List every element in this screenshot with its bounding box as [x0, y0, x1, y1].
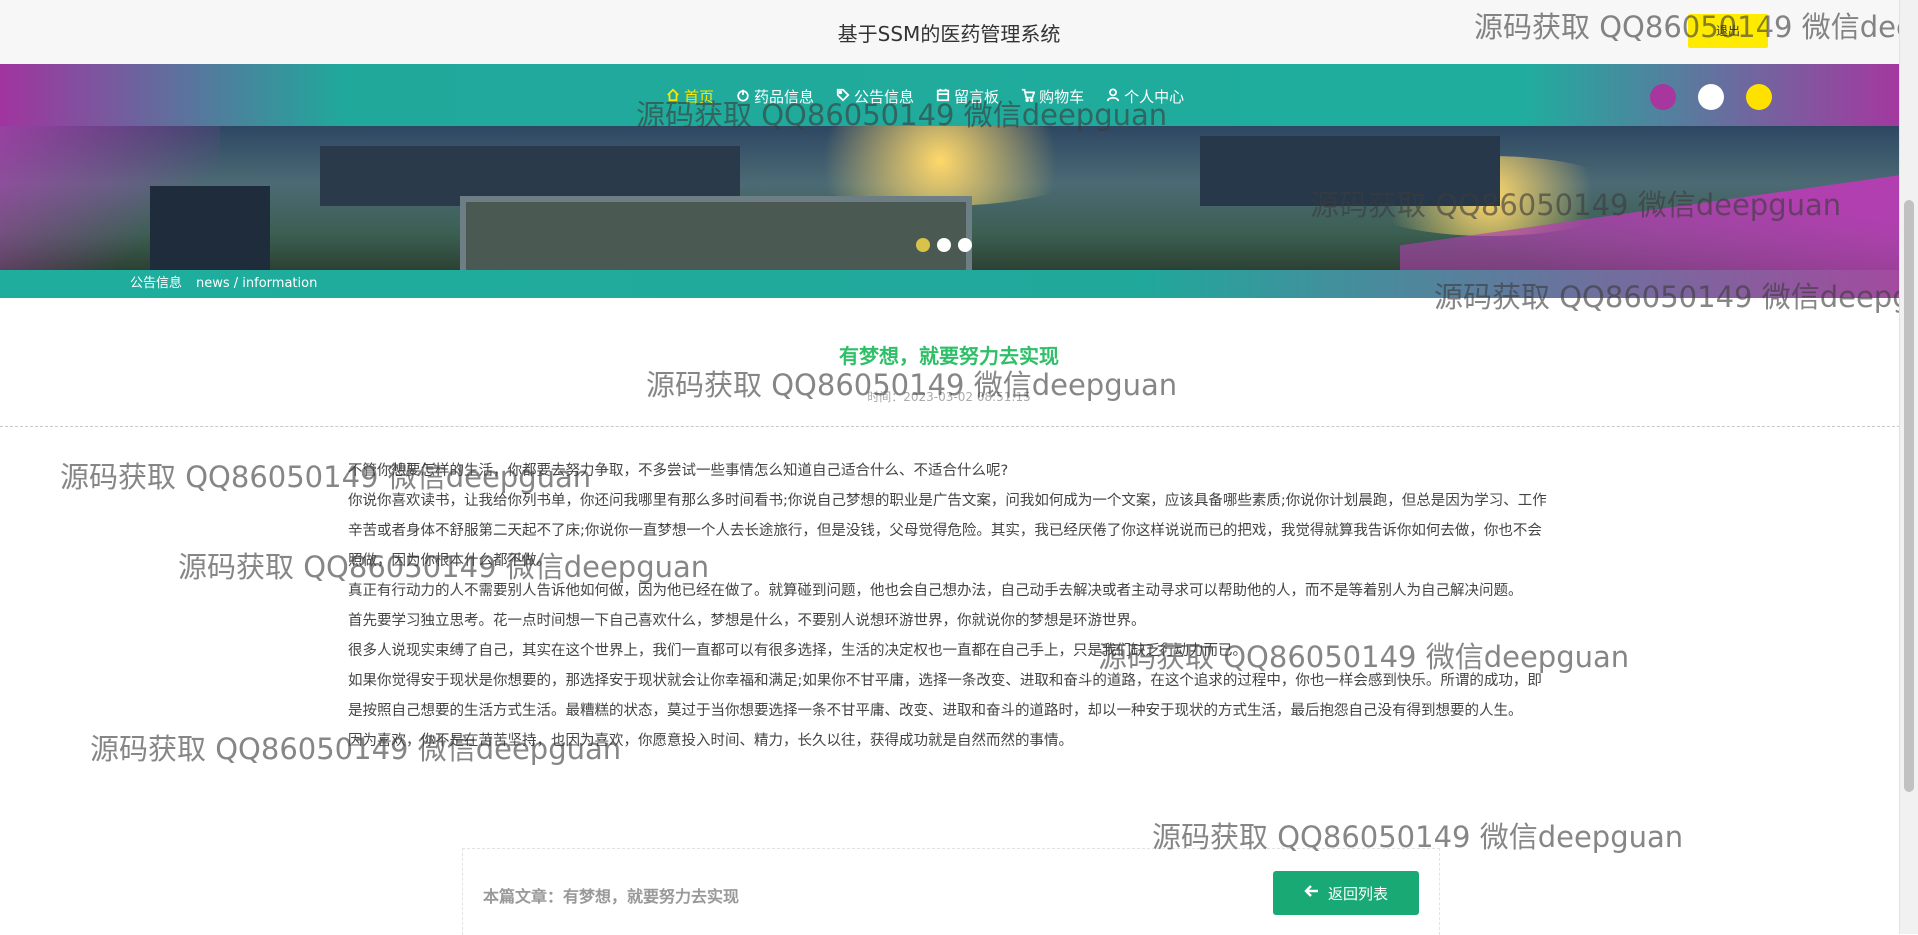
nav-item-label: 个人中心 [1124, 88, 1185, 106]
nav-item-label: 留言板 [954, 88, 1000, 106]
nav-item-cart[interactable]: 购物车 [1021, 86, 1084, 107]
nav-item-label: 药品信息 [754, 88, 815, 106]
section-subtitle: news / information [196, 276, 318, 291]
scrollbar-thumb[interactable] [1904, 200, 1914, 792]
article-paragraph: 不管你想要怎样的生活，你都要去努力争取，不多尝试一些事情怎么知道自己适合什么、不… [348, 463, 1009, 479]
banner-lights [780, 126, 1100, 206]
theme-purple-button[interactable] [1650, 84, 1676, 110]
carousel-indicators [916, 238, 972, 252]
carousel-dot[interactable] [958, 238, 972, 252]
nav-menu: 首页 药品信息 公告信息 留言板 购物车 个人中心 [666, 86, 1184, 107]
tag-icon [836, 88, 850, 106]
page-scrollbar[interactable] [1899, 0, 1918, 934]
article-paragraph: 真正有行动力的人不需要别人告诉他如何做，因为他已经在做了。就算碰到问题，他也会自… [348, 583, 1523, 599]
nav-item-medicine[interactable]: 药品信息 [736, 86, 814, 107]
banner-building [150, 186, 270, 270]
nav-item-home[interactable]: 首页 [666, 86, 714, 107]
article-paragraph: 首先要学习独立思考。花一点时间想一下自己喜欢什么，梦想是什么，不要别人说想环游世… [348, 613, 1146, 629]
article-footer: 本篇文章：有梦想，就要努力去实现 返回列表 [462, 848, 1440, 935]
article-title: 有梦想，就要努力去实现 [839, 344, 1059, 368]
section-title: 公告信息 [130, 276, 183, 291]
theme-switcher [1650, 84, 1772, 110]
back-to-list-button[interactable]: 返回列表 [1273, 871, 1419, 915]
calendar-icon [936, 88, 950, 106]
top-header: 基于SSM的医药管理系统 退出 [0, 0, 1918, 65]
site-title: 基于SSM的医药管理系统 [837, 22, 1061, 46]
nav-item-label: 购物车 [1039, 88, 1085, 106]
theme-yellow-button[interactable] [1746, 84, 1772, 110]
arrow-left-icon [1304, 883, 1320, 903]
cart-icon [1021, 88, 1036, 106]
article-content: 不管你想要怎样的生活，你都要去努力争取，不多尝试一些事情怎么知道自己适合什么、不… [348, 456, 1554, 756]
nav-item-notice[interactable]: 公告信息 [836, 86, 914, 107]
nav-item-label: 公告信息 [854, 88, 915, 106]
article-paragraph: 如果你觉得安于现状是你想要的，那选择安于现状就会让你幸福和满足;如果你不甘平庸，… [348, 673, 1542, 719]
back-button-label: 返回列表 [1327, 884, 1388, 903]
article-paragraph: 你说你喜欢读书，让我给你列书单，你还问我哪里有那么多时间看书;你说自己梦想的职业… [348, 493, 1547, 569]
banner-building [1200, 136, 1500, 206]
banner-carousel [0, 126, 1900, 270]
theme-white-button[interactable] [1698, 84, 1724, 110]
nav-item-profile[interactable]: 个人中心 [1106, 86, 1184, 107]
section-breadcrumb: 公告信息 news / information [0, 270, 1900, 298]
carousel-dot[interactable] [937, 238, 951, 252]
article-paragraph: 很多人说现实束缚了自己，其实在这个世界上，我们一直都可以有很多选择，生活的决定权… [348, 643, 1247, 659]
main-navbar: 首页 药品信息 公告信息 留言板 购物车 个人中心 [0, 64, 1900, 126]
user-icon [1106, 87, 1120, 106]
carousel-dot[interactable] [916, 238, 930, 252]
banner-plaza [460, 196, 972, 270]
nav-item-label: 首页 [684, 88, 715, 106]
home-icon [666, 88, 680, 106]
article-paragraph: 因为喜欢，你不是在苦苦坚持，也因为喜欢，你愿意投入时间、精力，长久以往，获得成功… [348, 733, 1073, 749]
logout-button[interactable]: 退出 [1688, 14, 1768, 48]
current-article-label: 本篇文章：有梦想，就要努力去实现 [483, 887, 740, 906]
article-time: 时间：2023-03-02 08:51:15 [867, 390, 1031, 404]
power-icon [736, 88, 750, 106]
nav-item-messages[interactable]: 留言板 [936, 86, 999, 107]
divider [0, 426, 1900, 427]
